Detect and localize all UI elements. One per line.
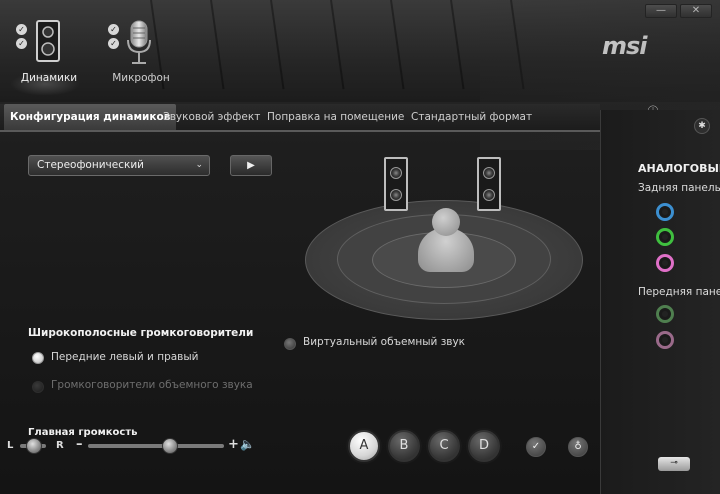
jack-green-front[interactable]	[656, 305, 674, 323]
volume-plus-icon[interactable]: +	[228, 437, 239, 452]
mute-speaker-icon[interactable]: 🔈	[240, 437, 255, 451]
decor-stripe	[270, 0, 285, 90]
speaker-config-select[interactable]: Стереофонический ⌄	[28, 155, 210, 176]
jack-pink-front[interactable]	[656, 331, 674, 349]
listener-head	[432, 208, 460, 236]
check-icon: ✓	[108, 24, 119, 35]
radio-front-lr[interactable]	[32, 352, 44, 364]
decor-stripe	[210, 0, 225, 90]
tools-icon[interactable]: ✱	[694, 118, 710, 134]
right-speaker[interactable]	[477, 157, 501, 211]
volume-knob[interactable]	[161, 438, 178, 454]
checkmark-icon[interactable]: ✓	[526, 437, 546, 457]
jack-blue[interactable]	[656, 203, 674, 221]
check-icon: ✓	[108, 38, 119, 49]
microphone-small-icon[interactable]: ♁	[568, 437, 588, 457]
tab-speaker-config[interactable]: Конфигурация динамиков	[4, 104, 177, 130]
profile-b-button[interactable]: B	[388, 430, 420, 462]
device-speakers[interactable]: ✓ ✓ Динамики	[4, 20, 94, 96]
profile-a-button[interactable]: A	[348, 430, 380, 462]
jack-pink[interactable]	[656, 254, 674, 272]
jack-green[interactable]	[656, 228, 674, 246]
virtual-surround-toggle[interactable]	[284, 338, 296, 350]
tab-default-format[interactable]: Стандартный формат	[405, 104, 538, 130]
tab-room-correction[interactable]: Поправка на помещение	[261, 104, 410, 130]
balance-right-label: R	[56, 440, 64, 451]
balance-knob[interactable]	[26, 438, 42, 454]
decor-stripe	[450, 0, 465, 90]
broadband-heading: Широкополосные громкоговорители	[28, 327, 254, 339]
device-microphone[interactable]: ✓ ✓ Микрофон	[96, 20, 186, 90]
connector-settings-button[interactable]: ⊸	[658, 457, 690, 471]
rear-panel-label: Задняя панель	[638, 182, 720, 194]
volume-minus-icon[interactable]: –	[76, 437, 83, 452]
tab-underline	[0, 130, 600, 132]
app-window: ✓ ✓ Динамики ✓ ✓ Микрофон Конфигурация д…	[0, 0, 720, 494]
device-label: Микрофон	[112, 72, 170, 84]
microphone-icon	[127, 20, 151, 64]
side-title: АНАЛОГОВЫЙ	[638, 162, 720, 175]
chevron-down-icon: ⌄	[195, 160, 203, 170]
left-speaker[interactable]	[384, 157, 408, 211]
play-test-button[interactable]: ▶	[230, 155, 272, 176]
tab-bar: Конфигурация динамиков Звуковой эффект П…	[0, 104, 600, 130]
volume-track[interactable]	[88, 444, 224, 448]
device-label: Динамики	[20, 72, 78, 84]
decor-stripe	[330, 0, 345, 90]
balance-left-label: L	[7, 440, 14, 451]
decor-stripe	[390, 0, 405, 90]
option-surround-label: Громкоговорители объемного звука	[51, 379, 253, 391]
check-icon: ✓	[16, 24, 27, 35]
virtual-surround-label: Виртуальный объемный звук	[303, 336, 466, 348]
radio-surround[interactable]	[32, 381, 44, 393]
speakers-icon	[36, 20, 60, 62]
select-value: Стереофонический	[37, 159, 144, 171]
check-icon: ✓	[16, 38, 27, 49]
front-panel-label: Передняя панел	[638, 286, 720, 298]
master-volume-label: Главная громкость	[28, 427, 138, 438]
profile-c-button[interactable]: C	[428, 430, 460, 462]
profile-d-button[interactable]: D	[468, 430, 500, 462]
tab-sound-effect[interactable]: Звуковой эффект	[157, 104, 266, 130]
option-front-lr-label: Передние левый и правый	[51, 351, 199, 363]
